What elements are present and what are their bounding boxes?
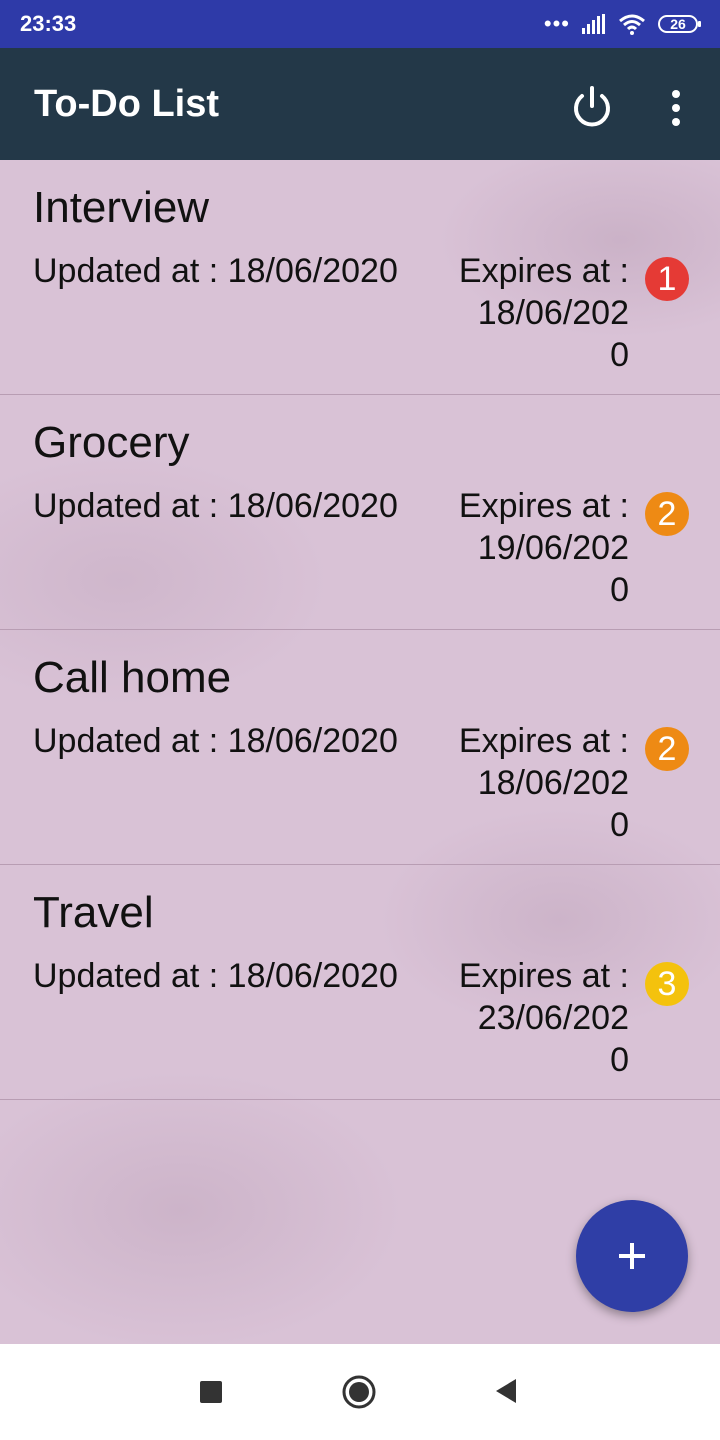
status-icons: ••• 26 (543, 11, 701, 36)
home-icon[interactable] (342, 1375, 376, 1409)
task-expires-date: 18/06/202 (477, 294, 629, 332)
app-title: To-Do List (34, 82, 220, 125)
wifi-icon (619, 14, 645, 35)
task-item[interactable]: Call home Updated at : 18/06/2020 Expire… (0, 630, 720, 865)
power-icon (574, 86, 610, 127)
add-icon (619, 1243, 645, 1269)
more-notifications-icon: ••• (543, 11, 570, 36)
recents-icon[interactable] (200, 1381, 222, 1403)
task-expires-date-tail: 0 (610, 806, 629, 844)
task-meta: Updated at : 18/06/2020 Expires at : 19/… (33, 485, 629, 611)
signal-icon (582, 14, 605, 34)
navigation-bar (0, 1344, 720, 1440)
power-button[interactable] (566, 82, 618, 134)
status-time: 23:33 (20, 11, 77, 36)
priority-badge: 2 (645, 492, 689, 536)
battery-icon: 26 (658, 15, 701, 33)
task-expires-date: 18/06/202 (477, 764, 629, 802)
task-updated: Updated at : 18/06/2020 (33, 252, 398, 290)
task-expires-label: Expires at : (458, 252, 629, 290)
priority-badge: 3 (645, 962, 689, 1006)
task-expires-label: Expires at : (458, 722, 629, 760)
task-updated: Updated at : 18/06/2020 (33, 487, 398, 525)
task-expires-date-tail: 0 (610, 571, 629, 609)
back-icon[interactable] (494, 1378, 518, 1404)
more-options-button[interactable] (656, 82, 696, 134)
task-meta: Updated at : 18/06/2020 Expires at : 23/… (33, 955, 629, 1081)
task-item[interactable]: Travel Updated at : 18/06/2020 Expires a… (0, 865, 720, 1100)
task-title: Interview (33, 183, 210, 232)
task-expires-date: 23/06/202 (477, 999, 629, 1037)
task-title: Grocery (33, 418, 190, 467)
more-vert-icon (672, 90, 680, 126)
priority-badge: 1 (645, 257, 689, 301)
task-updated: Updated at : 18/06/2020 (33, 722, 398, 760)
task-meta: Updated at : 18/06/2020 Expires at : 18/… (33, 720, 629, 846)
task-list: Interview Updated at : 18/06/2020 Expire… (0, 160, 720, 1344)
app-bar: To-Do List (0, 48, 720, 160)
task-meta: Updated at : 18/06/2020 Expires at : 18/… (33, 250, 629, 376)
task-expires-date-tail: 0 (610, 1041, 629, 1079)
task-item[interactable]: Grocery Updated at : 18/06/2020 Expires … (0, 395, 720, 630)
priority-badge: 2 (645, 727, 689, 771)
task-expires-label: Expires at : (458, 487, 629, 525)
task-expires-date: 19/06/202 (477, 529, 629, 567)
task-expires-date-tail: 0 (610, 336, 629, 374)
add-task-button[interactable] (576, 1200, 688, 1312)
task-expires-label: Expires at : (458, 957, 629, 995)
task-item[interactable]: Interview Updated at : 18/06/2020 Expire… (0, 160, 720, 395)
task-title: Call home (33, 653, 232, 702)
task-title: Travel (33, 888, 154, 937)
status-bar: 23:33 ••• 26 (0, 0, 720, 48)
task-updated: Updated at : 18/06/2020 (33, 957, 398, 995)
